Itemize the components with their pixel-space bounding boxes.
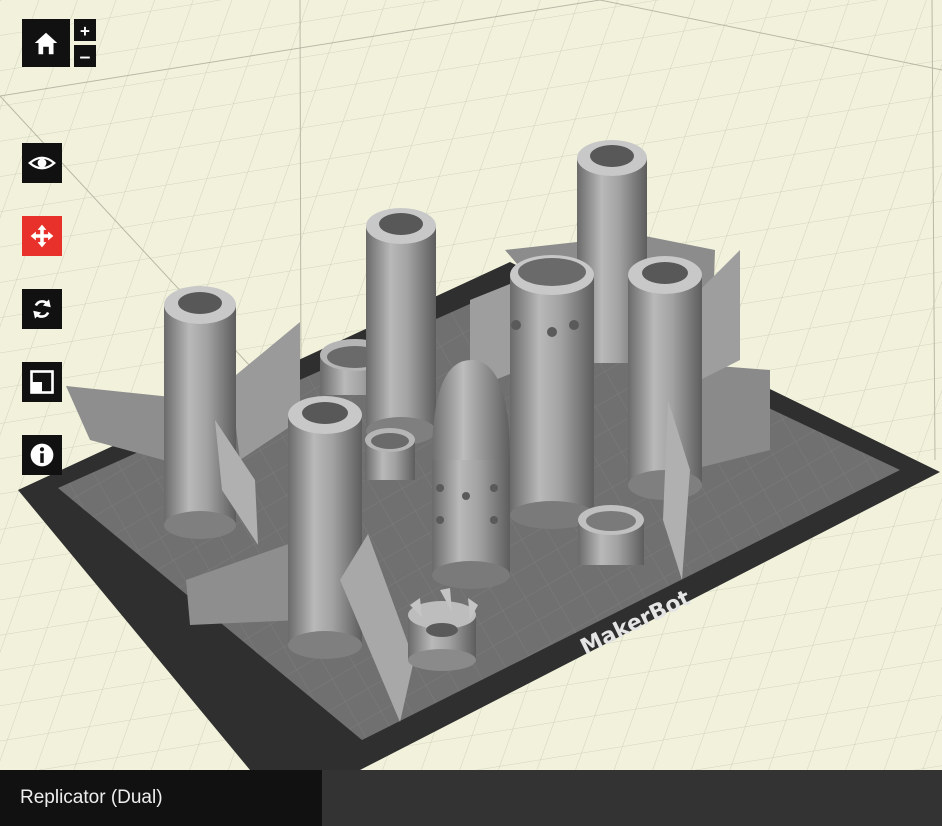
nose-cone [432, 360, 510, 589]
move-tool-button[interactable] [22, 216, 62, 256]
coupler-tube [510, 255, 594, 529]
rotate-tool-button[interactable] [22, 289, 62, 329]
zoom-out-button[interactable]: – [74, 45, 96, 67]
ring-part-right [578, 505, 644, 565]
info-icon [30, 443, 54, 467]
view-tool-button[interactable] [22, 143, 62, 183]
build-scene[interactable]: MakerBot [0, 0, 942, 770]
eye-icon [28, 156, 56, 170]
status-bar: Replicator (Dual) [0, 770, 942, 826]
rocket-body-center-back [366, 208, 436, 445]
rotate-icon [33, 299, 51, 319]
home-icon [34, 32, 58, 55]
object-info-button[interactable] [22, 435, 62, 475]
move-arrows-icon [30, 224, 54, 248]
printer-selector[interactable]: Replicator (Dual) [0, 770, 322, 826]
3d-viewport[interactable]: MakerBot + – [0, 0, 942, 770]
ring-part-middle [365, 428, 415, 480]
home-view-button[interactable] [22, 19, 70, 67]
scale-icon [30, 370, 54, 394]
scale-tool-button[interactable] [22, 362, 62, 402]
zoom-in-button[interactable]: + [74, 19, 96, 41]
